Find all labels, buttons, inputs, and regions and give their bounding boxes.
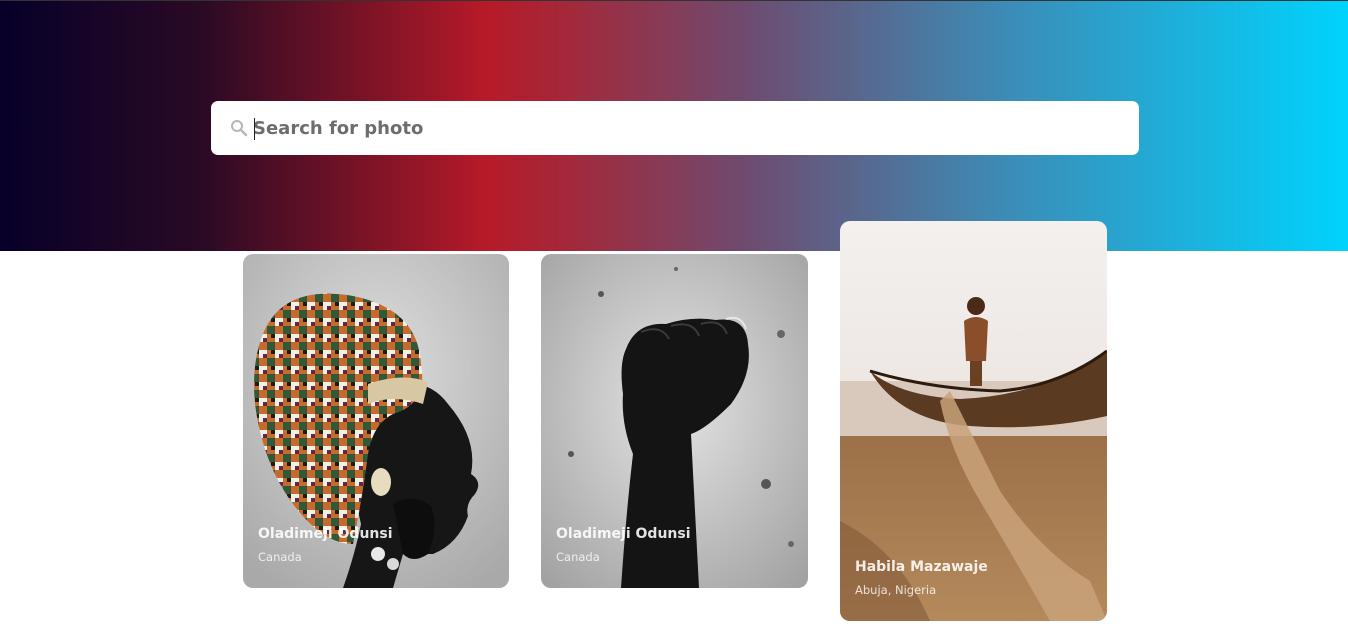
photo-location: Canada <box>258 550 302 564</box>
text-cursor <box>254 118 255 140</box>
photographer-name: Habila Mazawaje <box>855 559 988 575</box>
photo-card[interactable]: Oladimeji Odunsi Canada <box>243 254 509 588</box>
search-input[interactable] <box>253 111 1113 145</box>
photographer-name: Oladimeji Odunsi <box>258 526 393 542</box>
photo-location: Abuja, Nigeria <box>855 583 937 597</box>
search-icon <box>231 120 248 137</box>
photo-card[interactable]: Habila Mazawaje Abuja, Nigeria <box>840 221 1107 621</box>
photo-card[interactable]: Oladimeji Odunsi Canada <box>541 254 808 588</box>
search-bar[interactable] <box>211 101 1139 155</box>
photo-caption: Oladimeji Odunsi Canada <box>258 526 393 564</box>
photo-caption: Habila Mazawaje Abuja, Nigeria <box>855 559 988 597</box>
photographer-name: Oladimeji Odunsi <box>556 526 691 542</box>
photo-caption: Oladimeji Odunsi Canada <box>556 526 691 564</box>
photo-location: Canada <box>556 550 600 564</box>
